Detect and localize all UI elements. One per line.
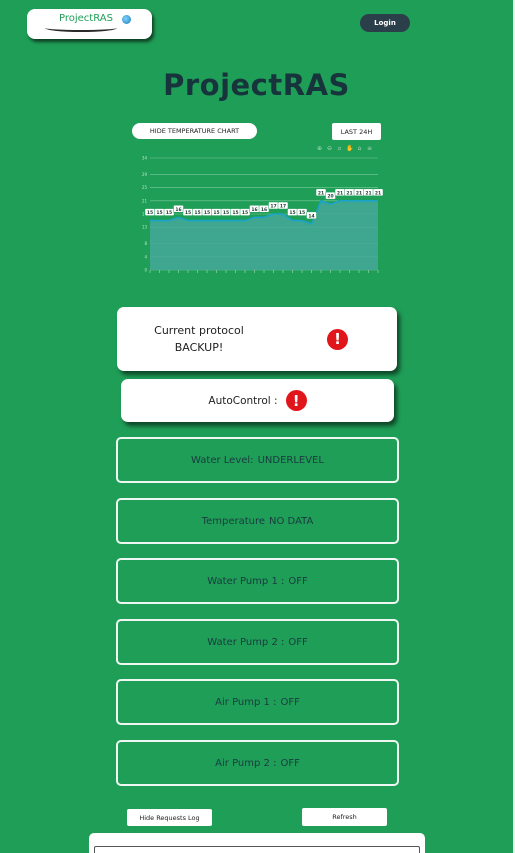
page-title: ProjectRAS xyxy=(163,68,350,102)
zoom-out-icon[interactable]: ⊖ xyxy=(326,145,333,152)
protocol-label: Current protocol xyxy=(154,324,244,337)
data-label: 21 xyxy=(337,190,343,196)
data-label: 21 xyxy=(318,190,324,196)
status-value: UNDERLEVEL xyxy=(257,454,324,466)
water-level-status: Water Level: UNDERLEVEL xyxy=(116,437,399,483)
refresh-button[interactable]: Refresh xyxy=(302,808,387,826)
y-tick-label: 29 xyxy=(142,172,148,177)
data-label: 21 xyxy=(346,190,352,196)
data-label: 15 xyxy=(156,210,162,216)
data-label: 15 xyxy=(185,210,191,216)
y-tick-label: 21 xyxy=(142,198,148,203)
data-label: 21 xyxy=(356,190,362,196)
data-label: 15 xyxy=(194,210,200,216)
air-pump-2-status: Air Pump 2 : OFF xyxy=(116,740,399,786)
data-label: 15 xyxy=(299,210,305,216)
autocontrol-card[interactable]: AutoControl : ! xyxy=(121,379,394,422)
data-label: 15 xyxy=(204,210,210,216)
y-tick-label: 25 xyxy=(142,185,148,190)
logo-text: ProjectRAS xyxy=(59,13,113,24)
data-label: 17 xyxy=(270,204,276,210)
menu-icon[interactable]: ≡ xyxy=(366,145,373,152)
alert-icon: ! xyxy=(327,328,348,350)
zoom-in-icon[interactable]: ⊕ xyxy=(316,145,323,152)
selection-zoom-icon[interactable]: ▫ xyxy=(336,145,343,152)
data-label: 21 xyxy=(365,190,371,196)
globe-icon xyxy=(122,15,131,24)
status-value: OFF xyxy=(288,636,308,648)
data-label: 15 xyxy=(166,210,172,216)
status-value: OFF xyxy=(280,696,300,708)
protocol-value: BACKUP! xyxy=(174,341,224,354)
status-value: OFF xyxy=(288,575,308,587)
chart-toolbar: ⊕ ⊖ ▫ ✋ ⌂ ≡ xyxy=(316,145,373,152)
data-label: 15 xyxy=(232,210,238,216)
hide-temperature-chart-button[interactable]: HIDE TEMPERATURE CHART xyxy=(132,123,257,139)
alert-icon: ! xyxy=(285,390,307,411)
status-label: Air Pump 2 : xyxy=(215,757,277,769)
data-label: 15 xyxy=(242,210,248,216)
y-tick-label: 4 xyxy=(144,254,147,259)
requests-log-textarea[interactable] xyxy=(94,846,420,853)
data-label: 15 xyxy=(213,210,219,216)
data-label: 16 xyxy=(175,207,181,213)
protocol-text: Current protocol BACKUP! xyxy=(117,322,281,356)
status-label: Water Pump 2 : xyxy=(207,636,285,648)
hide-requests-log-button[interactable]: Hide Requests Log xyxy=(127,809,212,826)
status-label: Water Pump 1 : xyxy=(207,575,285,587)
data-label: 15 xyxy=(289,210,295,216)
y-tick-label: 34 xyxy=(142,156,148,161)
reset-home-icon[interactable]: ⌂ xyxy=(356,145,363,152)
logo[interactable]: ProjectRAS xyxy=(27,9,152,39)
y-tick-label: 8 xyxy=(144,241,147,246)
logo-swoosh xyxy=(45,24,117,32)
status-label: Air Pump 1 : xyxy=(215,696,277,708)
data-label: 14 xyxy=(308,213,314,219)
data-label: 16 xyxy=(251,207,257,213)
autocontrol-label: AutoControl : xyxy=(208,394,278,407)
data-label: 15 xyxy=(223,210,229,216)
login-button[interactable]: Login xyxy=(360,14,410,32)
temperature-status: Temperature NO DATA xyxy=(116,498,399,544)
data-label: 17 xyxy=(280,204,286,210)
temperature-chart: 04813172125293415 15 151615 15 15 15 15 15 1516 1… xyxy=(142,156,384,273)
pan-hand-icon[interactable]: ✋ xyxy=(346,145,353,152)
y-tick-label: 13 xyxy=(142,225,148,230)
protocol-card: Current protocol BACKUP! ! xyxy=(117,307,397,371)
status-value: NO DATA xyxy=(269,515,314,527)
data-label: 21 xyxy=(375,190,381,196)
status-label: Temperature xyxy=(201,515,266,527)
time-range-button[interactable]: LAST 24H xyxy=(332,123,381,140)
data-label: 15 xyxy=(147,210,153,216)
status-label: Water Level: xyxy=(191,454,254,466)
y-tick-label: 0 xyxy=(144,268,147,273)
water-pump-1-status: Water Pump 1 : OFF xyxy=(116,558,399,604)
data-label: 16 xyxy=(261,207,267,213)
water-pump-2-status: Water Pump 2 : OFF xyxy=(116,619,399,665)
data-label: 20 xyxy=(327,194,333,200)
status-value: OFF xyxy=(280,757,300,769)
requests-log-panel xyxy=(89,833,425,853)
air-pump-1-status: Air Pump 1 : OFF xyxy=(116,679,399,725)
